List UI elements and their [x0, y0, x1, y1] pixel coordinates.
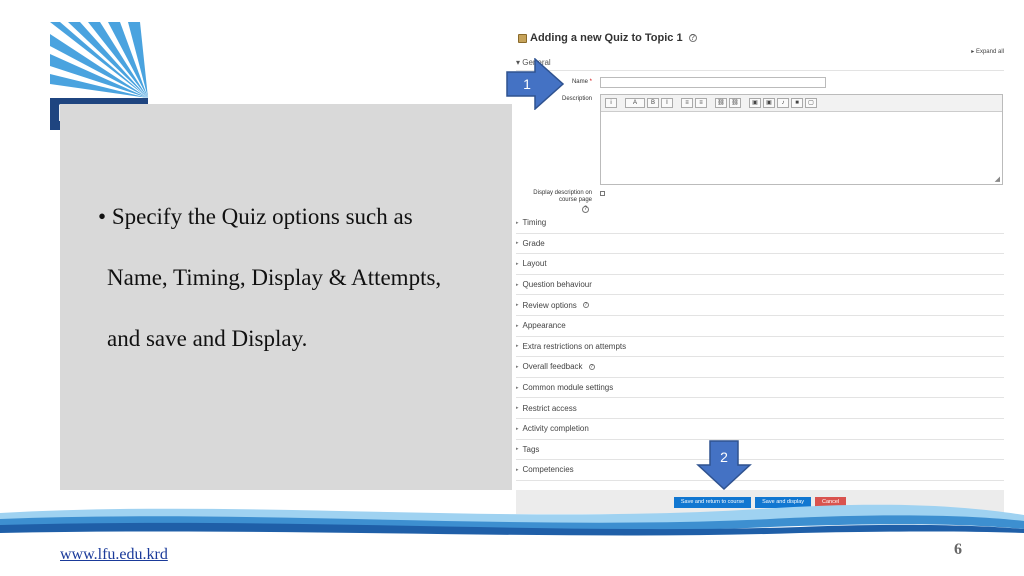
- callout-arrow-1-icon: 1: [506, 58, 565, 110]
- section-activity-completion[interactable]: ▸ Activity completion: [516, 419, 1004, 440]
- toolbar-bullets-button[interactable]: ≡: [681, 98, 693, 108]
- display-label-line: Display description on: [533, 190, 592, 196]
- section-label: Tags: [522, 444, 540, 454]
- toolbar-numbers-button[interactable]: ≡: [695, 98, 707, 108]
- divider: [516, 70, 1004, 71]
- help-icon[interactable]: ?: [582, 206, 589, 213]
- section-question-behaviour[interactable]: ▸ Question behaviour: [516, 275, 1004, 296]
- chevron-right-icon: ▸: [516, 343, 519, 350]
- section-label: Layout: [522, 259, 547, 269]
- resize-handle-icon[interactable]: ◢: [995, 175, 1000, 183]
- toolbar-video-button[interactable]: ■: [791, 98, 803, 108]
- section-label: Activity completion: [522, 424, 589, 434]
- chevron-right-icon: ▸: [516, 281, 519, 288]
- section-grade[interactable]: ▸ Grade: [516, 234, 1004, 255]
- toolbar-manage-files-button[interactable]: ▢: [805, 98, 817, 108]
- chevron-right-icon: ▸: [516, 384, 519, 391]
- bullet-line: Name, Timing, Display & Attempts,: [107, 265, 442, 290]
- quiz-form: Adding a new Quiz to Topic 1 ? ▸ Expand …: [512, 26, 1006, 514]
- form-title-text: Adding a new Quiz to Topic 1: [530, 32, 683, 44]
- chevron-right-icon: ▸: [516, 240, 519, 247]
- section-competencies[interactable]: ▸ Competencies: [516, 460, 1004, 481]
- logo-rays-icon: [50, 22, 148, 98]
- expand-all-label: Expand all: [975, 49, 1004, 55]
- section-label: Question behaviour: [522, 280, 592, 290]
- collapsed-sections: ▸ Timing ▸ Grade ▸ Layout ▸ Question behavio…: [516, 213, 1004, 481]
- callout-number: 1: [523, 76, 531, 92]
- section-timing[interactable]: ▸ Timing: [516, 213, 1004, 234]
- toolbar-toggle-button[interactable]: i: [605, 98, 617, 108]
- required-icon: *: [589, 79, 592, 85]
- toolbar-unlink-button[interactable]: ⛓: [729, 98, 741, 108]
- section-label: Review options: [522, 300, 577, 310]
- name-input[interactable]: [600, 77, 826, 88]
- section-overall-feedback[interactable]: ▸ Overall feedback?: [516, 357, 1004, 378]
- display-description-checkbox[interactable]: [600, 191, 605, 196]
- callout-arrow-2-icon: 2: [696, 440, 752, 491]
- footer-wave-decoration: [0, 504, 1024, 536]
- toolbar-audio-button[interactable]: ♪: [777, 98, 789, 108]
- callout-number: 2: [720, 449, 728, 465]
- quiz-icon: [518, 33, 527, 43]
- section-label: Restrict access: [522, 403, 577, 413]
- section-review-options[interactable]: ▸ Review options?: [516, 295, 1004, 316]
- section-label: Appearance: [522, 321, 566, 331]
- toolbar-image-button[interactable]: ▣: [749, 98, 761, 108]
- chevron-right-icon: ▸: [516, 446, 519, 453]
- toolbar-font-button[interactable]: A: [625, 98, 645, 108]
- chevron-right-icon: ▸: [516, 466, 519, 473]
- help-icon[interactable]: ?: [582, 302, 589, 309]
- chevron-right-icon: ▸: [516, 322, 519, 329]
- panel-text: Specify the Quiz options such as Name, T…: [98, 186, 508, 369]
- section-label: Extra restrictions on attempts: [522, 341, 627, 351]
- section-label: Timing: [522, 218, 547, 228]
- section-label: Common module settings: [522, 383, 614, 393]
- bullet-line: and save and Display.: [107, 326, 308, 351]
- display-description-label: Display description on course page: [522, 190, 592, 204]
- chevron-right-icon: ▸: [516, 405, 519, 412]
- chevron-right-icon: ▸: [516, 260, 519, 267]
- bullet-line: Specify the Quiz options such as: [98, 186, 508, 247]
- description-editor[interactable]: i A B I ≡ ≡ ⛓ ⛓ ▣ ▣ ♪ ■ ▢ ◢: [600, 94, 1003, 185]
- page-number: 6: [954, 541, 962, 558]
- toolbar-link-button[interactable]: ⛓: [715, 98, 727, 108]
- expand-all-link[interactable]: ▸ Expand all: [971, 48, 1004, 55]
- section-layout[interactable]: ▸ Layout: [516, 254, 1004, 275]
- section-restrict-access[interactable]: ▸ Restrict access: [516, 398, 1004, 419]
- section-label: Competencies: [522, 465, 574, 475]
- toolbar-media-button[interactable]: ▣: [763, 98, 775, 108]
- section-label: Grade: [522, 238, 545, 248]
- chevron-right-icon: ▸: [516, 363, 519, 370]
- section-extra-restrictions[interactable]: ▸ Extra restrictions on attempts: [516, 337, 1004, 358]
- display-label-line: course page: [558, 197, 592, 203]
- toolbar-italic-button[interactable]: I: [661, 98, 673, 108]
- chevron-right-icon: ▸: [516, 425, 519, 432]
- footer-website-link[interactable]: www.lfu.edu.krd: [60, 546, 168, 564]
- section-label: Overall feedback: [522, 362, 583, 372]
- section-common-module-settings[interactable]: ▸ Common module settings: [516, 378, 1004, 399]
- name-label-text: Name: [571, 79, 588, 85]
- help-icon[interactable]: ?: [588, 363, 595, 370]
- section-tags[interactable]: ▸ Tags: [516, 440, 1004, 461]
- form-title: Adding a new Quiz to Topic 1 ?: [518, 32, 697, 44]
- help-icon[interactable]: ?: [688, 34, 697, 42]
- editor-toolbar: i A B I ≡ ≡ ⛓ ⛓ ▣ ▣ ♪ ■ ▢: [601, 95, 1002, 112]
- toolbar-bold-button[interactable]: B: [647, 98, 659, 108]
- section-appearance[interactable]: ▸ Appearance: [516, 316, 1004, 337]
- chevron-right-icon: ▸: [516, 302, 519, 309]
- chevron-right-icon: ▸: [516, 219, 519, 226]
